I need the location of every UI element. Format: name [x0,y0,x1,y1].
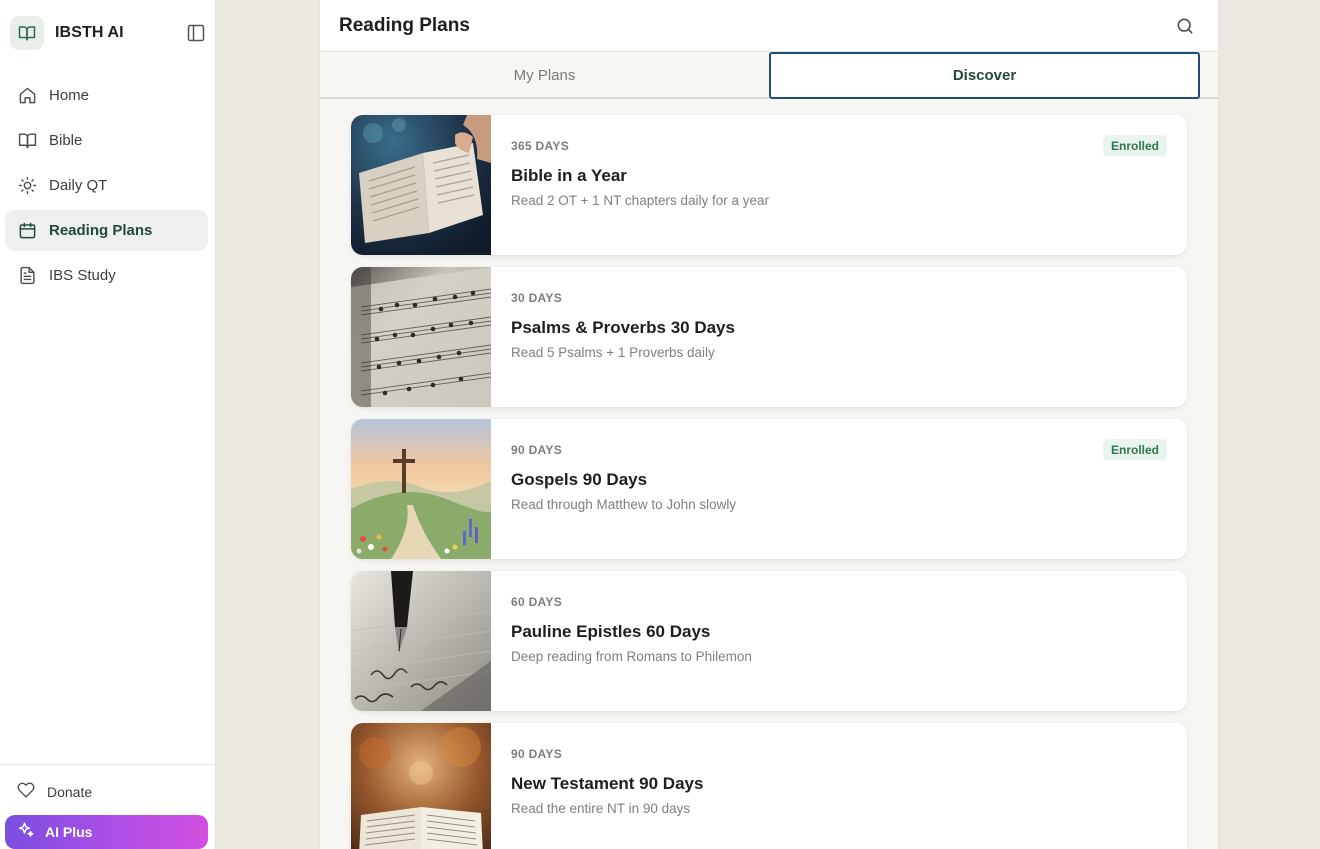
book-open-logo-icon [10,16,44,50]
plan-description: Read through Matthew to John slowly [511,497,737,512]
heart-icon [17,781,35,804]
sidebar-item-label: Bible [49,132,83,149]
app-name: IBSTH AI [55,24,124,41]
plan-title: Gospels 90 Days [511,470,648,489]
ai-plus-button[interactable]: AI Plus [5,815,208,849]
plan-title: Pauline Epistles 60 Days [511,622,711,641]
page-header: Reading Plans [320,0,1218,52]
sidebar-item-bible[interactable]: Bible [5,120,208,161]
sidebar-item-daily-qt[interactable]: Daily QT [5,165,208,206]
plan-duration: 90 DAYS [511,443,563,457]
sidebar-item-ibs-study[interactable]: IBS Study [5,255,208,296]
plan-card[interactable]: 60 DAYS Pauline Epistles 60 Days Deep re… [351,571,1187,711]
sidebar-footer: Donate AI Plus [0,764,215,849]
plan-duration: 30 DAYS [511,291,563,305]
sun-icon [17,176,37,196]
plan-description: Deep reading from Romans to Philemon [511,649,752,664]
plan-title: Bible in a Year [511,166,627,185]
calendar-icon [17,221,37,241]
plan-tabs: My Plans Discover [320,52,1218,99]
home-icon [17,86,37,106]
plan-image-sheet-music [351,267,491,407]
donate-label: Donate [47,784,93,800]
plan-description: Read the entire NT in 90 days [511,801,691,816]
book-icon [17,131,37,151]
plan-list: 365 DAYS Bible in a Year Read 2 OT + 1 N… [351,115,1187,849]
plan-title: Psalms & Proverbs 30 Days [511,318,735,337]
tab-my-plans[interactable]: My Plans [320,52,769,99]
plan-image-bible-autumn [351,723,491,849]
sidebar-toggle-button[interactable] [186,23,206,43]
tab-discover[interactable]: Discover [769,52,1200,99]
plan-card[interactable]: 90 DAYS New Testament 90 Days Read the e… [351,723,1187,849]
plan-duration: 90 DAYS [511,747,563,761]
plan-card[interactable]: 30 DAYS Psalms & Proverbs 30 Days Read 5… [351,267,1187,407]
ai-plus-label: AI Plus [45,824,93,840]
plan-card[interactable]: 365 DAYS Bible in a Year Read 2 OT + 1 N… [351,115,1187,255]
plan-description: Read 2 OT + 1 NT chapters daily for a ye… [511,193,770,208]
panel-left-icon [187,24,205,42]
sidebar-item-label: Reading Plans [49,222,153,239]
plan-duration: 365 DAYS [511,139,569,153]
sidebar: IBSTH AI Home Bible Daily QT Reading Pla… [0,0,216,849]
document-icon [17,266,37,286]
enrolled-badge: Enrolled [1102,439,1167,460]
plan-image-fountain-pen [351,571,491,711]
sparkles-icon [17,821,35,844]
donate-button[interactable]: Donate [5,777,208,807]
plan-description: Read 5 Psalms + 1 Proverbs daily [511,345,715,360]
main-panel: Reading Plans My Plans Discover 365 DAYS… [319,0,1219,849]
sidebar-item-label: Home [49,87,90,104]
sidebar-item-label: Daily QT [49,177,108,194]
plan-image-open-bible [351,115,491,255]
sidebar-item-reading-plans[interactable]: Reading Plans [5,210,208,251]
plan-card[interactable]: 90 DAYS Gospels 90 Days Read through Mat… [351,419,1187,559]
brand: IBSTH AI [10,16,206,50]
page-title: Reading Plans [339,15,470,36]
plan-duration: 60 DAYS [511,595,563,609]
sidebar-item-home[interactable]: Home [5,75,208,116]
sidebar-item-label: IBS Study [49,267,116,284]
plan-image-cross-hill [351,419,491,559]
sidebar-nav: Home Bible Daily QT Reading Plans IBS St… [5,75,208,300]
enrolled-badge: Enrolled [1102,135,1167,156]
search-button[interactable] [1174,15,1196,37]
search-icon [1177,18,1193,34]
plan-title: New Testament 90 Days [511,774,704,793]
